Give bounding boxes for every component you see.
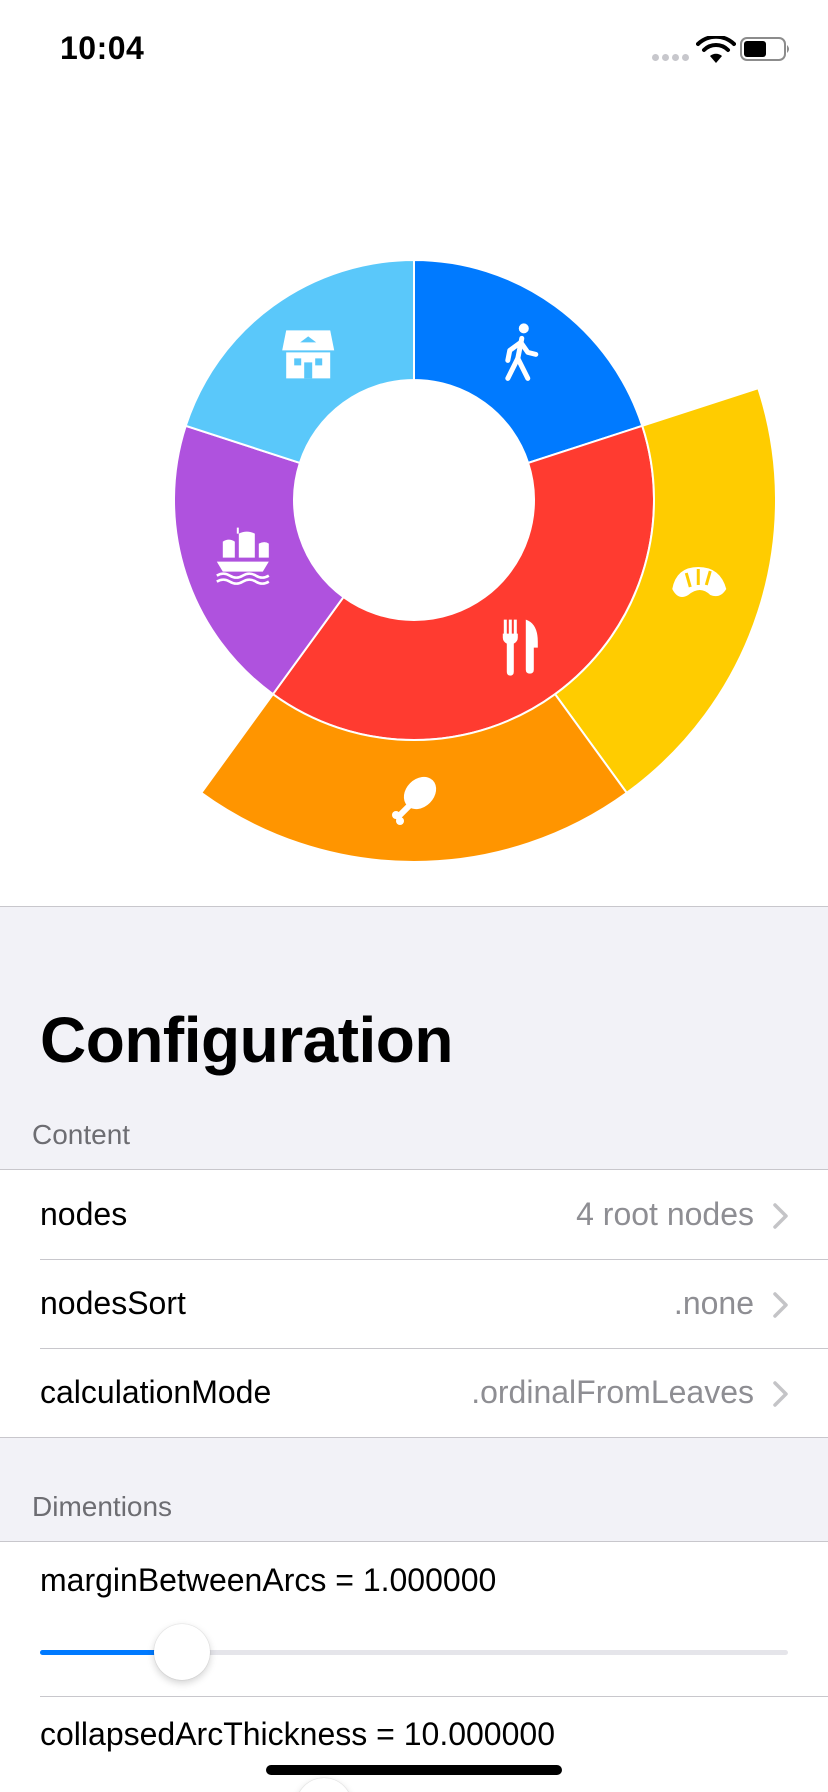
dimensions-group: marginBetweenArcs = 1.000000 collapsedAr…: [0, 1541, 828, 1792]
content-group: nodes 4 root nodes nodesSort .none calcu…: [0, 1169, 828, 1438]
dimensions-section-header: Dimentions: [32, 1491, 173, 1522]
nodes-row[interactable]: nodes 4 root nodes: [0, 1170, 828, 1259]
row-label: nodesSort: [40, 1285, 186, 1321]
chevron-right-icon: [773, 1381, 788, 1407]
status-bar: 10:04: [0, 0, 828, 100]
chevron-right-icon: [773, 1203, 788, 1229]
slider-label: collapsedArcThickness = 10.000000: [40, 1716, 555, 1752]
row-value: .none: [673, 1285, 754, 1321]
status-time: 10:04: [60, 30, 145, 66]
margin-between-arcs-row: marginBetweenArcs = 1.000000: [0, 1542, 828, 1696]
calculation-mode-row[interactable]: calculationMode .ordinalFromLeaves: [0, 1348, 828, 1437]
row-value: .ordinalFromLeaves: [471, 1374, 754, 1410]
row-label: calculationMode: [40, 1374, 272, 1410]
cellular-signal-icon: [652, 52, 692, 62]
collapsed-arc-thickness-row: collapsedArcThickness = 10.000000: [0, 1696, 828, 1792]
sunburst-segment-walking[interactable]: [413, 258, 644, 465]
house-icon: [282, 330, 335, 379]
wifi-icon: [696, 36, 736, 63]
nodes-sort-row[interactable]: nodesSort .none: [0, 1259, 828, 1348]
sunburst-chart: [173, 258, 777, 863]
margin-between-arcs-slider[interactable]: [40, 1624, 788, 1680]
battery-icon: [740, 37, 789, 61]
slider-label: marginBetweenArcs = 1.000000: [40, 1562, 497, 1598]
home-indicator: [266, 1765, 562, 1775]
content-section-header: Content: [32, 1119, 131, 1150]
row-value: 4 root nodes: [576, 1196, 754, 1232]
slider-thumb[interactable]: [296, 1778, 353, 1792]
sunburst-chart-area: [0, 100, 828, 906]
row-label: nodes: [40, 1196, 128, 1232]
chevron-right-icon: [773, 1292, 788, 1318]
slider-thumb[interactable]: [154, 1624, 211, 1680]
page-title: Configuration: [40, 1004, 453, 1076]
configuration-panel: Configuration Content nodes 4 root nodes…: [0, 906, 828, 1792]
